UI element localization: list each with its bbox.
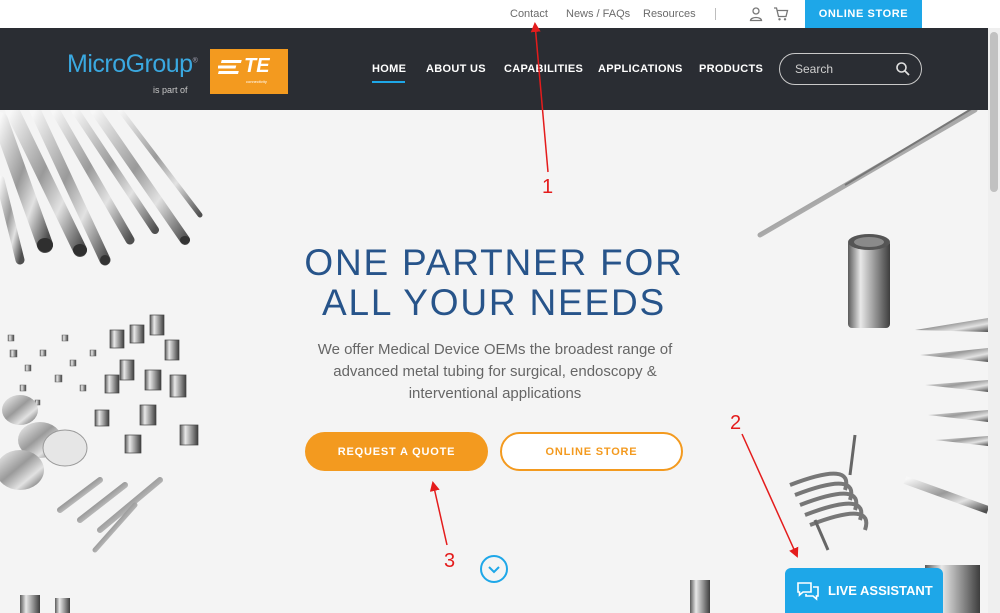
- hero-subtitle: We offer Medical Device OEMs the broades…: [317, 341, 673, 402]
- annotation-number-1: 1: [542, 176, 554, 198]
- user-icon[interactable]: [748, 6, 764, 22]
- divider: [715, 8, 716, 20]
- cart-icon[interactable]: [773, 6, 789, 22]
- request-quote-button[interactable]: REQUEST A QUOTE: [305, 432, 488, 471]
- site-header: MicroGroup® is part of TE connectivity H…: [0, 28, 988, 110]
- search-icon[interactable]: [895, 61, 911, 77]
- registered-mark: ®: [192, 57, 198, 65]
- annotation-number-3: 3: [444, 550, 456, 572]
- logo-subtext: is part of: [153, 85, 188, 95]
- nav-products[interactable]: PRODUCTS: [699, 63, 763, 75]
- microgroup-logo[interactable]: MicroGroup®: [67, 50, 198, 79]
- chat-icon: [797, 581, 819, 601]
- scroll-down-button[interactable]: [480, 555, 508, 583]
- nav-applications[interactable]: APPLICATIONS: [598, 63, 683, 75]
- search-input[interactable]: [795, 61, 890, 77]
- te-connectivity-logo[interactable]: TE connectivity: [210, 49, 288, 94]
- hero-headline-line1: ONE PARTNER FOR: [304, 242, 684, 283]
- online-store-button[interactable]: ONLINE STORE: [500, 432, 683, 471]
- nav-capabilities[interactable]: CAPABILITIES: [504, 63, 583, 75]
- te-logo-tagline: connectivity: [246, 79, 267, 84]
- utility-bar: Contact News / FAQs Resources ONLINE STO…: [0, 0, 1000, 28]
- nav-active-indicator: [372, 81, 405, 83]
- contact-link[interactable]: Contact: [510, 8, 548, 20]
- hero-section: ONE PARTNER FOR ALL YOUR NEEDS We offer …: [0, 110, 988, 613]
- chevron-down-icon: [488, 566, 500, 574]
- live-assistant-button[interactable]: LIVE ASSISTANT: [785, 568, 943, 613]
- annotation-number-2: 2: [730, 412, 742, 434]
- page-scrollbar[interactable]: [988, 28, 1000, 613]
- nav-about-us[interactable]: ABOUT US: [426, 63, 486, 75]
- nav-home[interactable]: HOME: [372, 63, 406, 75]
- live-assistant-label: LIVE ASSISTANT: [828, 583, 933, 598]
- online-store-top-button[interactable]: ONLINE STORE: [805, 0, 922, 28]
- hero-headline-line2: ALL YOUR NEEDS: [322, 282, 666, 323]
- resources-link[interactable]: Resources: [643, 8, 696, 20]
- search-box: [779, 53, 922, 85]
- news-faqs-link[interactable]: News / FAQs: [566, 8, 630, 20]
- te-logo-text: TE: [244, 55, 270, 77]
- te-stripes-icon: [218, 60, 242, 74]
- scrollbar-thumb[interactable]: [990, 32, 998, 192]
